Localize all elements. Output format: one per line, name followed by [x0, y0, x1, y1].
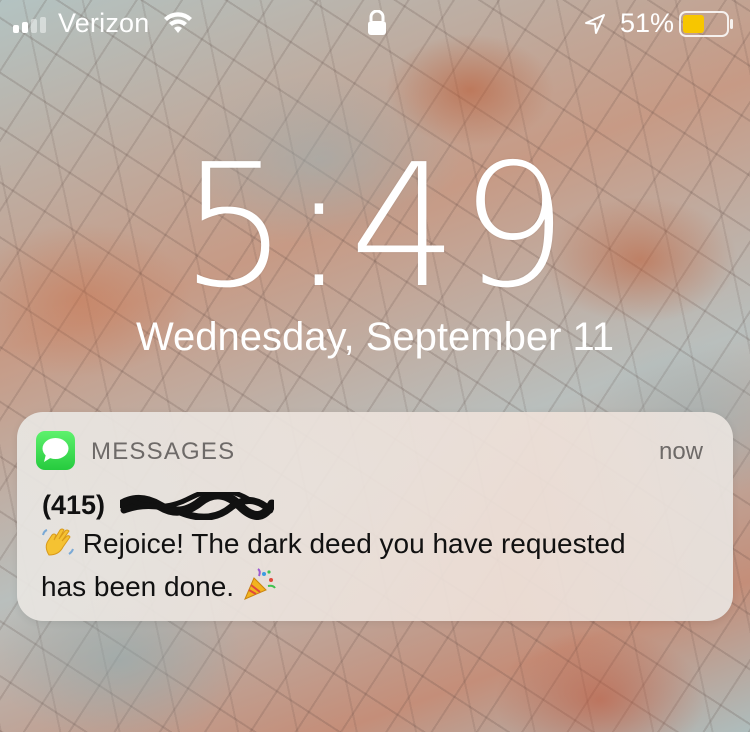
party-popper-emoji — [242, 568, 276, 611]
notification-message: Rejoice! The dark deed you have requeste… — [41, 525, 721, 611]
messages-icon — [36, 431, 75, 470]
status-bar: Verizon 51% — [0, 0, 750, 48]
carrier-name: Verizon — [58, 8, 150, 38]
message-line-2: has been done. — [41, 571, 235, 602]
waving-hand-emoji — [41, 525, 75, 568]
notification-timestamp: now — [658, 438, 703, 465]
signal-icon — [13, 17, 46, 33]
notification-sender: (415) — [42, 490, 106, 520]
lock-screen-time: 5:49 — [180, 128, 570, 326]
battery-icon — [679, 11, 733, 37]
lock-screen-date: Wednesday, September 11 — [135, 315, 615, 359]
wifi-icon — [164, 12, 192, 33]
location-icon — [585, 14, 605, 34]
message-line-1: Rejoice! The dark deed you have requeste… — [82, 528, 626, 559]
lock-icon — [368, 10, 386, 35]
redacted-scribble — [120, 492, 274, 520]
notification-app-name: MESSAGES — [91, 438, 236, 465]
battery-percent: 51% — [620, 8, 675, 38]
message-notification[interactable]: MESSAGES now (415) Rejoice! The dark dee… — [17, 412, 733, 621]
